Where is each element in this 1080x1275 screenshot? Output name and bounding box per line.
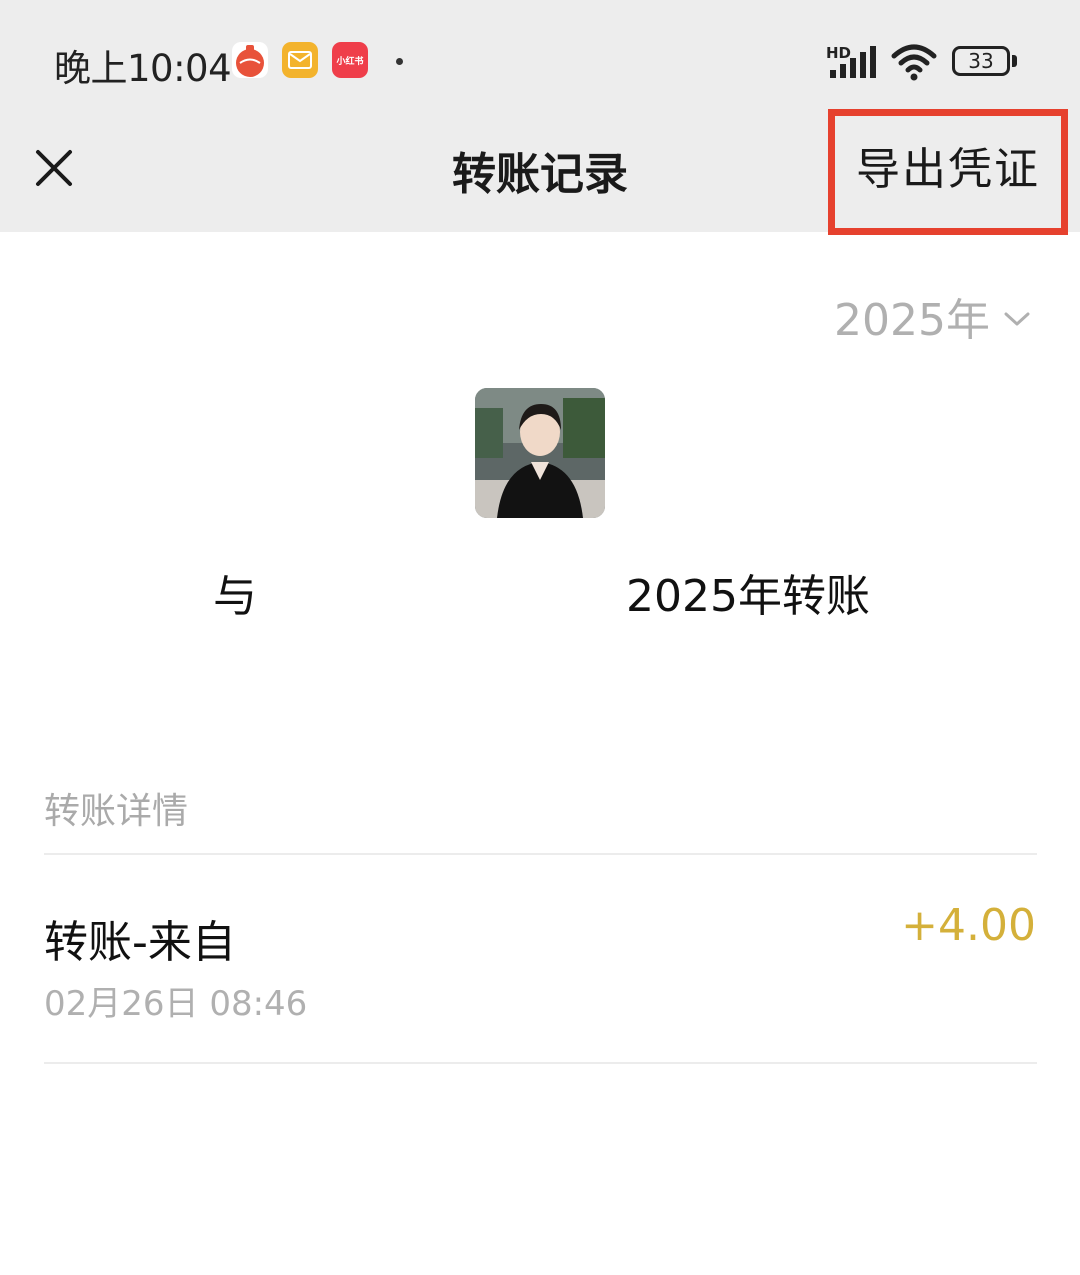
transaction-amount: +4.00 [901, 900, 1036, 951]
avatar [475, 388, 605, 518]
year-selector[interactable]: 2025年 [834, 284, 1030, 348]
chevron-down-icon [1004, 312, 1030, 326]
summary-prefix: 与 [213, 571, 257, 622]
battery-indicator: 33 [952, 46, 1010, 76]
export-voucher-label: 导出凭证 [856, 144, 1040, 195]
mail-app-icon [282, 42, 318, 78]
export-voucher-button[interactable]: 导出凭证 [828, 109, 1068, 235]
signal-icon [830, 46, 876, 78]
status-time: 晚上10:04 [54, 47, 232, 90]
tomato-app-icon [232, 42, 268, 78]
wifi-icon [891, 44, 937, 81]
top-bar: 晚上10:04 小红书 HD 33 转账记录 导出凭证 [0, 0, 1080, 235]
xiaohongshu-app-icon: 小红书 [332, 42, 368, 78]
section-label: 转账详情 [44, 791, 189, 832]
battery-level: 33 [968, 49, 994, 73]
transaction-title: 转账-来自 [44, 917, 236, 968]
summary-suffix: 2025年转账 [626, 571, 870, 622]
year-value: 2025年 [834, 295, 990, 346]
battery-tip [1012, 55, 1017, 67]
notification-dot [396, 58, 403, 65]
divider [44, 853, 1037, 855]
divider [44, 1062, 1037, 1064]
transaction-date: 02月26日 08:46 [44, 984, 308, 1024]
